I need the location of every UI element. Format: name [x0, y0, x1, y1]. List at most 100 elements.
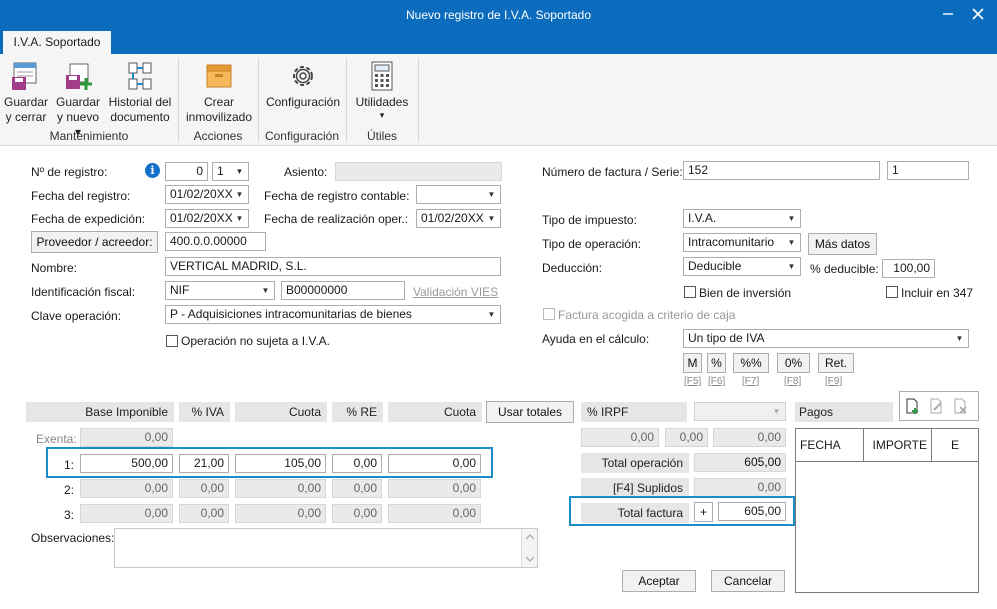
ribbon-separator: [418, 58, 419, 142]
new-document-icon[interactable]: [904, 398, 920, 414]
ident-label: Identificación fiscal:: [31, 285, 136, 299]
suplidos-label: [F4] Suplidos: [581, 478, 689, 498]
pagos-col-importe[interactable]: IMPORTE: [864, 429, 932, 462]
row-2-cuota-re-input[interactable]: 0,00: [388, 479, 481, 498]
row-3-pct-re-input[interactable]: 0,00: [332, 504, 382, 523]
info-icon[interactable]: i: [145, 163, 160, 178]
row-2-pct-re-input[interactable]: 0,00: [332, 479, 382, 498]
pagos-col-e[interactable]: E: [932, 429, 978, 462]
bien-inversion-checkbox[interactable]: [684, 286, 696, 298]
proveedor-button[interactable]: Proveedor / acreedor:: [31, 231, 158, 253]
utilities-button[interactable]: Utilidades ▾: [352, 60, 412, 121]
n-registro-serie-select[interactable]: 1 ▼: [212, 162, 249, 181]
save-new-button[interactable]: Guardar y nuevo ▾: [53, 60, 103, 140]
header-base-imponible: Base Imponible: [26, 402, 174, 422]
fecha-expedicion-input[interactable]: 01/02/20XX ▼: [165, 209, 249, 228]
bien-inversion-label: Bien de inversión: [699, 286, 792, 300]
row-3-cuota-input[interactable]: 0,00: [235, 504, 326, 523]
tipo-operacion-select[interactable]: Intracomunitario ▼: [683, 233, 801, 252]
row-3-cuota-re-input[interactable]: 0,00: [388, 504, 481, 523]
ayuda-select[interactable]: Un tipo de IVA ▼: [683, 329, 969, 348]
row-2-pct-iva-input[interactable]: 0,00: [179, 479, 229, 498]
observaciones-scrollbar[interactable]: [521, 529, 537, 567]
vies-link[interactable]: Validación VIES: [413, 285, 498, 299]
pct-deducible-input[interactable]: 100,00: [882, 259, 935, 278]
ident-num-input[interactable]: B00000000: [281, 281, 405, 300]
observaciones-textarea[interactable]: [114, 528, 538, 568]
configuration-button[interactable]: Configuración: [264, 60, 342, 110]
fecha-expedicion-label: Fecha de expedición:: [31, 212, 146, 226]
row-3-pct-iva-input[interactable]: 0,00: [179, 504, 229, 523]
cancelar-button[interactable]: Cancelar: [711, 570, 785, 592]
criterio-caja-checkbox[interactable]: [543, 308, 555, 320]
tipo-impuesto-value: I.V.A.: [688, 211, 717, 225]
close-icon[interactable]: [958, 0, 997, 30]
aceptar-button[interactable]: Aceptar: [622, 570, 696, 592]
calc-pct-button[interactable]: %: [707, 353, 726, 373]
pagos-toolbar: [899, 391, 979, 421]
fecha-contable-label: Fecha de registro contable:: [264, 189, 410, 203]
mas-datos-button[interactable]: Más datos: [808, 233, 877, 255]
create-fixed-label-2: inmovilizado: [185, 110, 253, 124]
header-pct-iva: % IVA: [179, 402, 230, 422]
utilities-label: Utilidades: [355, 95, 409, 109]
calc-pctpct-key: [F7]: [742, 376, 760, 387]
create-fixed-label-1: Crear: [203, 95, 234, 109]
suplidos-value: 0,00: [694, 478, 786, 497]
chevron-down-icon: ▼: [487, 214, 496, 223]
no-sujeta-checkbox[interactable]: [166, 335, 178, 347]
create-fixed-asset-button[interactable]: Crear inmovilizado: [183, 60, 255, 125]
n-registro-input[interactable]: 0: [165, 162, 208, 181]
factura-serie-input[interactable]: 1: [887, 161, 969, 180]
save-close-button[interactable]: Guardar y cerrar: [2, 60, 50, 125]
proveedor-input[interactable]: 400.0.0.00000: [165, 232, 266, 251]
irpf-select[interactable]: ▼: [694, 402, 786, 421]
history-icon: [128, 62, 152, 90]
asset-box-icon: [206, 64, 232, 88]
nombre-input[interactable]: VERTICAL MADRID, S.L.: [165, 257, 501, 276]
chevron-down-icon: ▼: [787, 238, 796, 247]
pagos-col-fecha[interactable]: FECHA: [796, 429, 864, 462]
group-mantenimiento: Mantenimiento: [49, 129, 129, 143]
calc-pctpct-button[interactable]: %%: [733, 353, 769, 373]
configuration-label: Configuración: [265, 95, 341, 109]
scroll-down-icon[interactable]: [526, 556, 534, 562]
chevron-down-icon: ▼: [235, 214, 244, 223]
fecha-registro-value: 01/02/20XX: [170, 187, 233, 201]
deduccion-select[interactable]: Deducible ▼: [683, 257, 801, 276]
fecha-realizacion-value: 01/02/20XX: [421, 211, 484, 225]
factura-num-input[interactable]: 152: [683, 161, 880, 180]
usar-totales-button[interactable]: Usar totales: [486, 401, 574, 423]
incluir-347-checkbox[interactable]: [886, 286, 898, 298]
clave-label: Clave operación:: [31, 309, 122, 323]
header-pct-re: % RE: [332, 402, 383, 422]
group-acciones: Acciones: [193, 129, 243, 143]
delete-document-icon[interactable]: [952, 398, 968, 414]
group-utiles: Útiles: [366, 129, 397, 143]
row-3-base-input[interactable]: 0,00: [80, 504, 173, 523]
history-button[interactable]: Historial del documento: [107, 60, 173, 125]
calc-zero-button[interactable]: 0%: [777, 353, 810, 373]
tipo-impuesto-select[interactable]: I.V.A. ▼: [683, 209, 801, 228]
tab-iva-soportado[interactable]: I.V.A. Soportado: [3, 31, 111, 55]
fecha-realizacion-input[interactable]: 01/02/20XX ▼: [416, 209, 501, 228]
calc-ret-button[interactable]: Ret.: [818, 353, 854, 373]
scroll-up-icon[interactable]: [526, 534, 534, 540]
calc-m-button[interactable]: M: [683, 353, 702, 373]
pct-deducible-label: % deducible:: [810, 262, 879, 276]
tipo-operacion-value: Intracomunitario: [688, 235, 775, 249]
fecha-contable-input[interactable]: ▼: [416, 185, 501, 204]
fecha-registro-label: Fecha del registro:: [31, 189, 131, 203]
pagos-table[interactable]: FECHA IMPORTE E: [795, 428, 979, 593]
save-new-icon: [66, 63, 92, 90]
fecha-registro-input[interactable]: 01/02/20XX ▼: [165, 185, 249, 204]
ident-tipo-select[interactable]: NIF ▼: [165, 281, 275, 300]
edit-document-icon[interactable]: [928, 398, 944, 414]
row-2-base-input[interactable]: 0,00: [80, 479, 173, 498]
clave-select[interactable]: P - Adquisiciones intracomunitarias de b…: [165, 305, 501, 324]
row-2-cuota-input[interactable]: 0,00: [235, 479, 326, 498]
highlight-row-1: [46, 447, 493, 478]
chevron-down-icon: ▼: [235, 190, 244, 199]
ayuda-value: Un tipo de IVA: [688, 331, 765, 345]
highlight-total-factura: [569, 496, 795, 526]
